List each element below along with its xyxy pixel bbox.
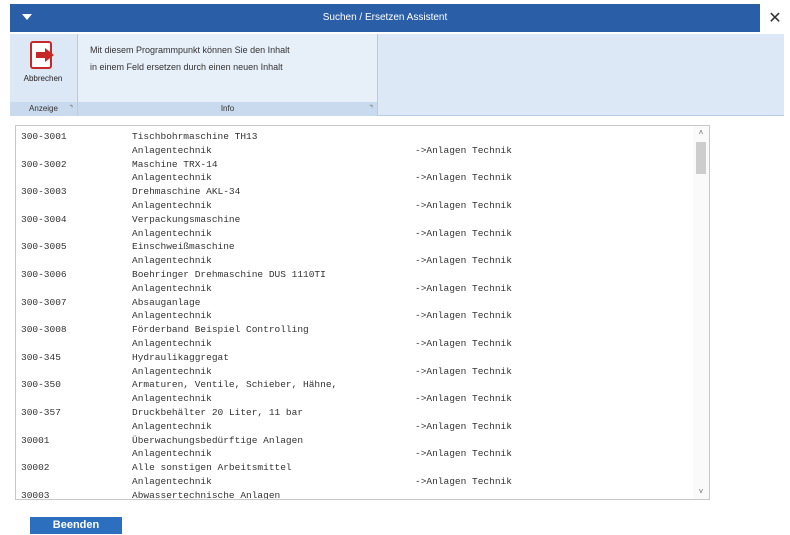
title-bar: Suchen / Ersetzen Assistent ✕	[0, 0, 790, 34]
list-item-code: 30001	[21, 434, 50, 446]
list-item-code: 300-357	[21, 406, 61, 418]
beenden-button[interactable]: Beenden	[30, 517, 122, 534]
list-item-code: 300-345	[21, 351, 61, 363]
info-line-1: Mit diesem Programmpunkt können Sie den …	[90, 45, 290, 55]
list-item-target: ->Anlagen Technik	[415, 282, 512, 294]
dialog-launcher-icon[interactable]: ⌝	[369, 102, 373, 116]
list-item-text: Anlagentechnik	[132, 337, 212, 349]
list-item-text: Einschweißmaschine	[132, 241, 235, 253]
list-item-text: Boehringer Drehmaschine DUS 1110TI	[132, 268, 326, 280]
list-item-text: Hydraulikaggregat	[132, 351, 229, 363]
list-item-text: Maschine TRX-14	[132, 158, 218, 170]
scroll-up-icon[interactable]: ˄	[693, 126, 709, 140]
list-item-text: Verpackungsmaschine	[132, 213, 241, 225]
list-item-code: 300-3005	[21, 241, 67, 253]
list-item-text: Anlagentechnik	[132, 172, 212, 184]
list-item-target: ->Anlagen Technik	[415, 448, 512, 460]
close-button[interactable]: ✕	[762, 4, 788, 32]
list-item-target: ->Anlagen Technik	[415, 393, 512, 405]
list-item-code: 300-350	[21, 379, 61, 391]
info-text: Mit diesem Programmpunkt können Sie den …	[90, 42, 290, 76]
list-item-code: 300-3008	[21, 324, 67, 336]
anzeige-label: Anzeige	[29, 104, 58, 113]
list-item-text: Anlagentechnik	[132, 227, 212, 239]
list-item-text: Anlagentechnik	[132, 144, 212, 156]
list-item-code: 300-3003	[21, 186, 67, 198]
list-item-text: Anlagentechnik	[132, 448, 212, 460]
list-item-code: 300-3004	[21, 213, 67, 225]
list-item-code: 300-3001	[21, 131, 67, 142]
ribbon: Abbrechen Anzeige ⌝ Mit diesem Programmp…	[10, 34, 784, 116]
dialog-launcher-icon[interactable]: ⌝	[69, 102, 73, 116]
list-item-text: Förderband Beispiel Controlling	[132, 324, 309, 336]
abbrechen-button[interactable]: Abbrechen	[14, 36, 72, 94]
list-item-text: Anlagentechnik	[132, 310, 212, 322]
info-line-2: in einem Feld ersetzen durch einen neuen…	[90, 62, 283, 72]
info-label: Info	[220, 104, 235, 113]
window-title: Suchen / Ersetzen Assistent	[322, 12, 448, 23]
list-item-text: Drehmaschine AKL-34	[132, 186, 241, 198]
exit-arrow-icon	[30, 41, 54, 69]
list-item-text: Alle sonstigen Arbeitsmittel	[132, 462, 292, 474]
list-item-target: ->Anlagen Technik	[415, 475, 512, 487]
list-item-text: Überwachungsbedürftige Anlagen	[132, 434, 304, 446]
list-item-text: Tischbohrmaschine TH13	[132, 131, 258, 142]
list-item-text: Anlagentechnik	[132, 282, 212, 294]
list-item-text: Anlagentechnik	[132, 393, 212, 405]
list-item-target: ->Anlagen Technik	[415, 365, 512, 377]
scrollbar-thumb[interactable]	[696, 142, 706, 174]
ribbon-group-anzeige: Abbrechen Anzeige ⌝	[10, 34, 78, 116]
list-item-target: ->Anlagen Technik	[415, 420, 512, 432]
vertical-scrollbar[interactable]: ˄ ˅	[693, 126, 709, 499]
list-item-target: ->Anlagen Technik	[415, 144, 512, 156]
list-item-target: ->Anlagen Technik	[415, 199, 512, 211]
list-item-text: Anlagentechnik	[132, 475, 212, 487]
ribbon-group-label-info: Info ⌝	[78, 102, 377, 116]
list-item-code: 30002	[21, 462, 50, 474]
list-item-text: Anlagentechnik	[132, 365, 212, 377]
list-item-code: 30003	[21, 489, 50, 500]
list-item-code: 300-3006	[21, 268, 67, 280]
list-item-target: ->Anlagen Technik	[415, 172, 512, 184]
list-item-text: Absauganlage	[132, 296, 201, 308]
result-list[interactable]: 300-3001 Tischbohrmaschine TH13 Anlagentec…	[15, 125, 710, 500]
list-item-code: 300-3002	[21, 158, 67, 170]
list-item-target: ->Anlagen Technik	[415, 227, 512, 239]
list-item-code: 300-3007	[21, 296, 67, 308]
list-item-text: Druckbehälter 20 Liter, 11 bar	[132, 406, 304, 418]
abbrechen-label: Abbrechen	[23, 74, 63, 83]
ribbon-group-info: Mit diesem Programmpunkt können Sie den …	[78, 34, 378, 116]
list-item-text: Anlagentechnik	[132, 199, 212, 211]
list-item-target: ->Anlagen Technik	[415, 310, 512, 322]
list-item-text: Abwassertechnische Anlagen	[132, 489, 281, 500]
list-item-text: Anlagentechnik	[132, 255, 212, 267]
ribbon-group-label-anzeige: Anzeige ⌝	[10, 102, 77, 116]
list-item-target: ->Anlagen Technik	[415, 255, 512, 267]
list-item-text: Anlagentechnik	[132, 420, 212, 432]
list-item-target: ->Anlagen Technik	[415, 337, 512, 349]
list-item-text: Armaturen, Ventile, Schieber, Hähne,	[132, 379, 338, 391]
scroll-down-icon[interactable]: ˅	[693, 485, 709, 499]
